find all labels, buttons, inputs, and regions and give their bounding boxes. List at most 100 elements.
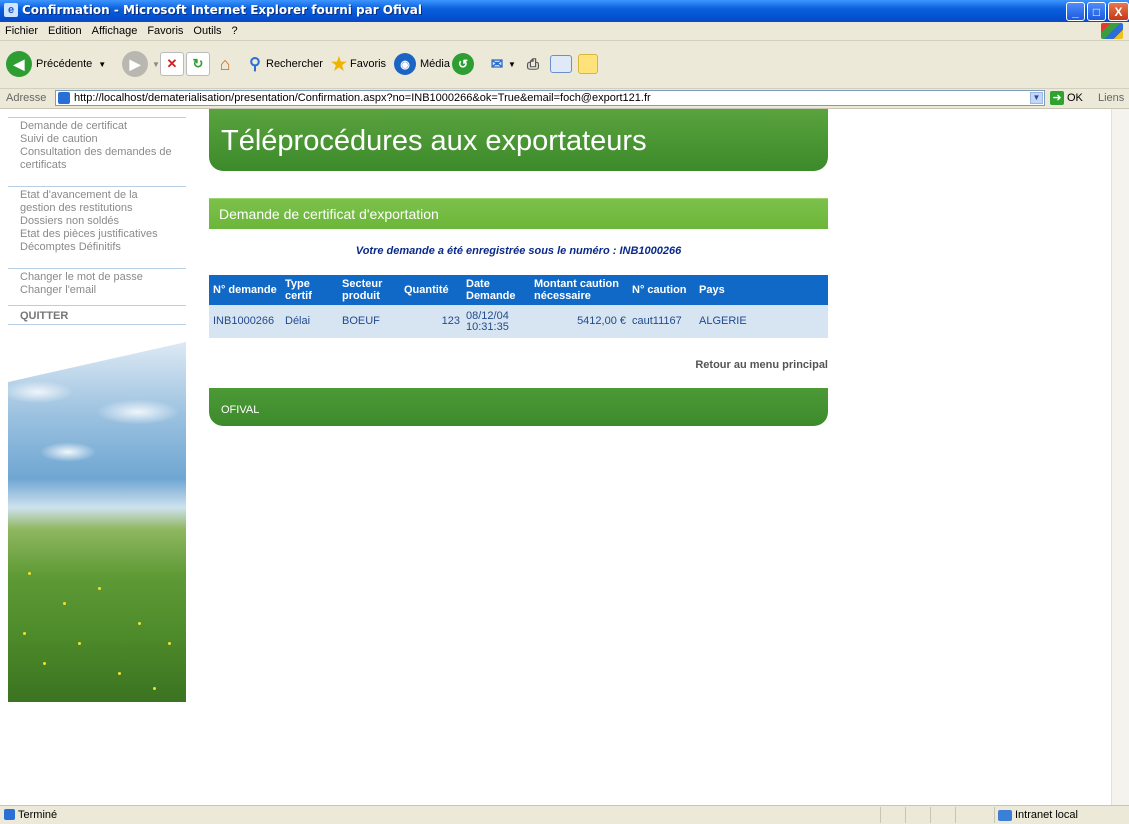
toolbar: ◀ Précédente ▼ ▶ ▼ ✕ ↻ ⌂ ⚲ Rechercher ★ … [0,41,1129,89]
back-button[interactable]: ◀ Précédente ▼ [6,48,106,80]
menu-edition[interactable]: Edition [43,22,87,40]
col-header-type-certif: Type certif [281,275,338,305]
menu-outils[interactable]: Outils [188,22,226,40]
status-divider [905,807,906,823]
col-header-quantite: Quantité [400,275,462,305]
flower-dot [138,622,141,625]
page-viewport: Demande de certificat Suivi de caution C… [0,109,1129,805]
printer-icon: ⎙ [526,55,539,73]
edit-page-icon [550,55,572,73]
go-button[interactable]: ➜ OK [1050,91,1083,105]
address-bar: Adresse http://localhost/dematerialisati… [0,89,1129,109]
home-button[interactable]: ⌂ [214,48,236,80]
nav-etat-pieces[interactable]: Etat des pièces justificatives [8,228,186,241]
status-divider [994,807,995,823]
address-dropdown-icon[interactable]: ▼ [1030,92,1043,104]
favorites-button[interactable]: ★ Favoris [328,48,386,80]
nav-changer-mot-de-passe[interactable]: Changer le mot de passe [8,271,186,284]
menu-help[interactable]: ? [227,22,243,40]
media-icon: ◉ [394,53,416,75]
home-icon: ⌂ [219,53,231,74]
nav-group-certificats: Demande de certificat Suivi de caution C… [8,117,186,172]
history-button[interactable]: ↺ [452,48,478,80]
mail-button[interactable]: ✉ ▼ [486,48,516,80]
cell-date: 08/12/04 10:31:35 [462,305,530,338]
mail-icon: ✉ [490,56,504,73]
section-title: Demande de certificat d'exportation [219,206,439,222]
table-row: INB1000266 Délai BOEUF 123 08/12/04 10:3… [209,305,828,338]
address-url: http://localhost/dematerialisation/prese… [74,92,651,104]
security-zone: Intranet local [998,809,1078,821]
intranet-icon [998,809,1012,821]
col-header-montant: Montant caution nécessaire [530,275,628,305]
nav-demande-certificat[interactable]: Demande de certificat [8,120,186,133]
nav-group-restitutions: Etat d'avancement de la gestion des rest… [8,186,186,254]
maximize-button[interactable]: □ [1087,2,1106,21]
status-bar: Terminé Intranet local [0,805,1129,824]
status-page-icon [4,809,15,820]
forward-button[interactable]: ▶ ▼ [122,48,160,80]
cell-no-demande: INB1000266 [209,305,281,338]
confirmation-message: Votre demande a été enregistrée sous le … [355,245,682,257]
nav-consultation-demandes[interactable]: Consultation des demandes de certificats [8,146,186,172]
menu-fichier[interactable]: Fichier [0,22,43,40]
col-header-secteur: Secteur produit [338,275,400,305]
refresh-icon: ↻ [186,52,210,76]
forward-dropdown-icon[interactable]: ▼ [152,60,160,69]
nav-changer-email[interactable]: Changer l'email [8,284,186,297]
menu-affichage[interactable]: Affichage [87,22,143,40]
flower-dot [118,672,121,675]
search-icon: ⚲ [249,56,261,73]
flower-dot [28,572,31,575]
cell-pays: ALGERIE [695,305,828,338]
stop-button[interactable]: ✕ [160,48,184,80]
go-label: OK [1067,92,1083,104]
status-divider [955,807,956,823]
messenger-button[interactable] [578,48,598,80]
mail-dropdown-icon[interactable]: ▼ [508,60,516,69]
forward-arrow-icon: ▶ [122,51,148,77]
flower-dot [168,642,171,645]
nav-dossiers-non-soldes[interactable]: Dossiers non soldés [8,215,186,228]
close-button[interactable]: X [1108,2,1129,21]
note-icon [578,54,598,74]
page-banner: Téléprocédures aux exportateurs [209,109,828,171]
cell-quantite: 123 [400,305,462,338]
table-header-row: N° demande Type certif Secteur produit Q… [209,275,828,305]
flower-dot [43,662,46,665]
status-text: Terminé [18,809,58,821]
edit-button[interactable] [550,48,572,80]
page-footer: OFIVAL [209,388,828,426]
menu-favoris[interactable]: Favoris [142,22,188,40]
flower-dot [78,642,81,645]
media-label: Média [420,58,450,70]
page-icon [58,92,70,104]
nav-quitter[interactable]: QUITTER [8,305,186,325]
nav-decomptes-definitifs[interactable]: Décomptes Définitifs [8,241,186,254]
window-title: Confirmation - Microsoft Internet Explor… [22,3,422,17]
zone-label: Intranet local [1015,809,1078,821]
back-to-menu-link[interactable]: Retour au menu principal [580,359,828,371]
col-header-pays: Pays [695,275,828,305]
address-input[interactable]: http://localhost/dematerialisation/prese… [55,90,1045,106]
refresh-button[interactable]: ↻ [186,48,210,80]
nav-etat-avancement[interactable]: Etat d'avancement de la gestion des rest… [8,189,186,215]
cell-type-certif: Délai [281,305,338,338]
links-button[interactable]: Liens [1098,92,1124,104]
status-divider [930,807,931,823]
vertical-scrollbar[interactable] [1111,109,1129,805]
col-header-no-demande: N° demande [209,275,281,305]
go-arrow-icon: ➜ [1050,91,1064,105]
nav-suivi-caution[interactable]: Suivi de caution [8,133,186,146]
cell-montant: 5412,00 € [530,305,628,338]
flower-dot [153,687,156,690]
cell-secteur: BOEUF [338,305,400,338]
title-bar[interactable]: e Confirmation - Microsoft Internet Expl… [0,0,1129,22]
print-button[interactable]: ⎙ [522,48,544,80]
col-header-date: Date Demande [462,275,530,305]
photo-diagonal-mask [8,342,186,382]
minimize-button[interactable]: _ [1066,2,1085,21]
media-button[interactable]: ◉ Média [394,48,450,80]
back-dropdown-icon[interactable]: ▼ [98,60,106,69]
search-button[interactable]: ⚲ Rechercher [244,48,323,80]
